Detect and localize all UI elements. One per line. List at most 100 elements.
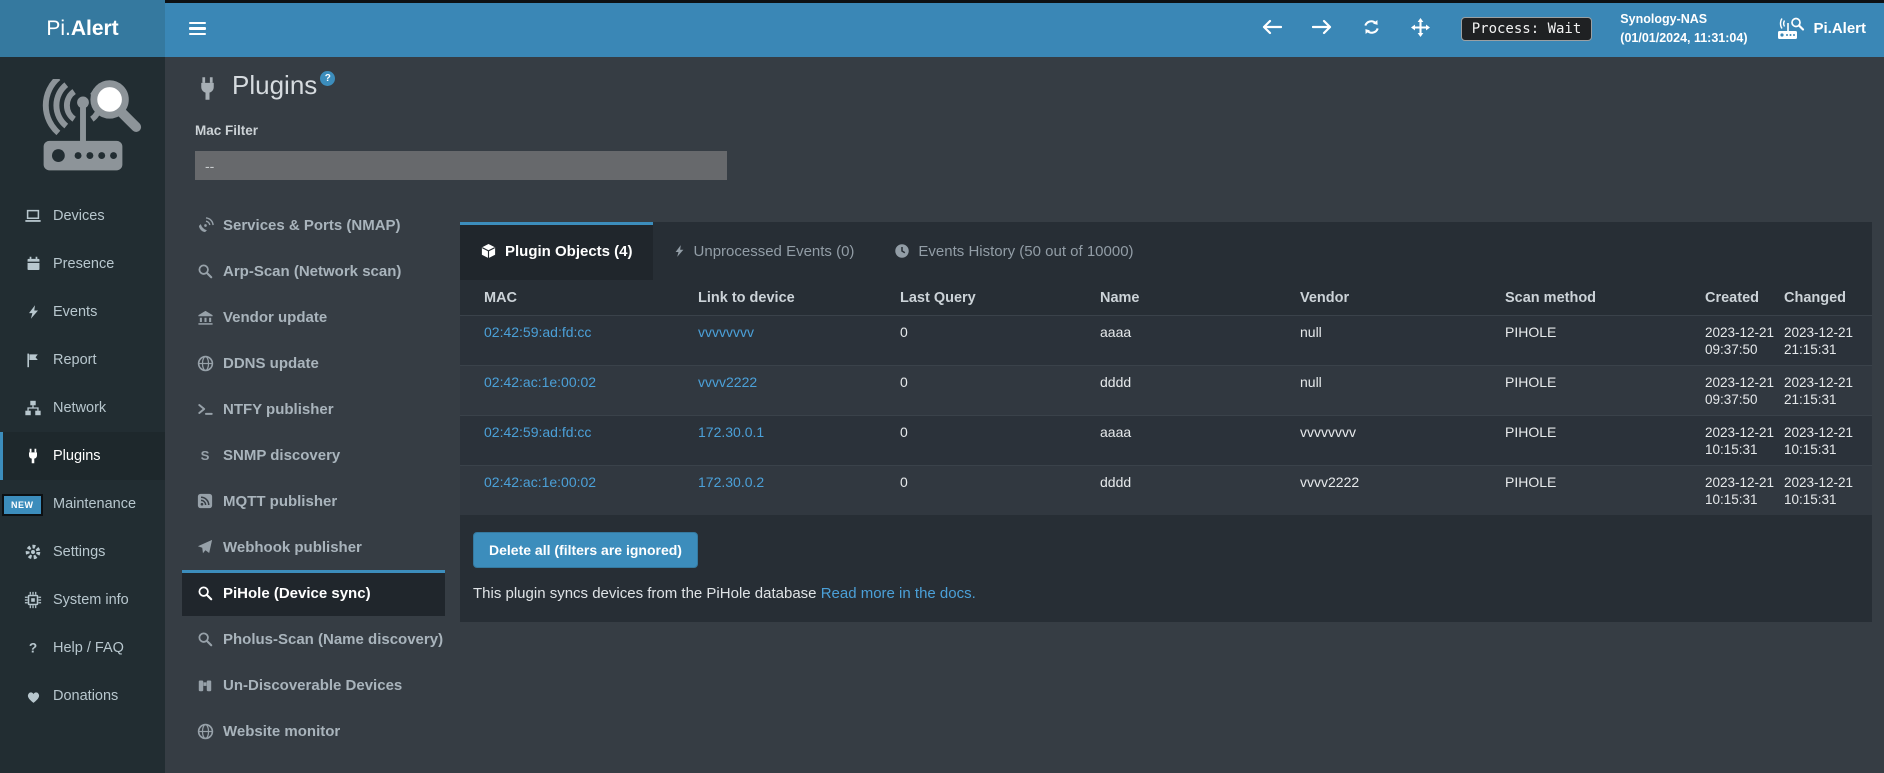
sidebar-item-label: Help / FAQ [53,640,124,656]
help-badge[interactable]: ? [320,71,335,86]
cell-name: aaaa [1100,416,1300,466]
cell-link-to-device: vvvv2222 [698,366,900,416]
column-header-name[interactable]: Name [1100,280,1300,316]
plugin-item-snmp-discovery[interactable]: S SNMP discovery [182,432,445,478]
plugin-description-text: This plugin syncs devices from the PiHol… [473,585,817,602]
sidebar: Devices Presence Events Report Network P… [0,57,165,773]
plugin-item-label: Vendor update [223,309,327,326]
sidebar-item-label: Devices [53,208,105,224]
device-link[interactable]: 172.30.0.2 [698,474,764,490]
cell-changed: 2023-12-2121:15:31 [1784,366,1872,416]
mac-link[interactable]: 02:42:59:ad:fd:cc [484,424,591,440]
plugin-objects-table: MAC Link to device Last Query Name Vendo… [460,280,1872,515]
app-window: Pi.Alert [0,0,1884,773]
sidebar-item-plugins[interactable]: Plugins [0,432,165,480]
sidebar-item-network[interactable]: Network [0,384,165,432]
process-status-badge: Process: Wait [1461,17,1593,41]
column-header-changed[interactable]: Changed [1784,280,1872,316]
mac-filter-block: Mac Filter [195,123,1884,180]
column-header-created[interactable]: Created [1705,280,1784,316]
mac-filter-input[interactable] [195,151,727,180]
forward-button[interactable] [1310,17,1334,40]
sidebar-item-label: Presence [53,256,114,272]
refresh-button[interactable] [1360,16,1383,41]
plugin-item-pihole-device-sync[interactable]: PiHole (Device sync) [182,570,445,616]
sitemap-icon [22,399,44,417]
move-button[interactable] [1409,16,1432,42]
column-header-link-to-device[interactable]: Link to device [698,280,900,316]
mac-link[interactable]: 02:42:ac:1e:00:02 [484,474,596,490]
tab-events-history[interactable]: Events History (50 out of 10000) [874,222,1153,280]
tab-plugin-objects[interactable]: Plugin Objects (4) [460,222,653,280]
tab-label: Events History (50 out of 10000) [918,243,1133,260]
sidebar-item-report[interactable]: Report [0,336,165,384]
column-header-vendor[interactable]: Vendor [1300,280,1505,316]
table-row: 02:42:59:ad:fd:cc vvvvvvvv 0 aaaa null P… [460,316,1872,366]
arrow-right-icon [1312,19,1332,38]
sidebar-item-help-faq[interactable]: ? Help / FAQ [0,624,165,672]
plugin-item-ddns-update[interactable]: DDNS update [182,340,445,386]
mac-link[interactable]: 02:42:ac:1e:00:02 [484,374,596,390]
svg-text:?: ? [29,640,37,655]
brand-logo[interactable]: Pi.Alert [0,0,165,57]
plugin-item-label: Arp-Scan (Network scan) [223,263,401,280]
plugin-item-services-ports-nmap[interactable]: Services & Ports (NMAP) [182,202,445,248]
device-link[interactable]: 172.30.0.1 [698,424,764,440]
cell-created: 2023-12-2109:37:50 [1705,316,1784,366]
plugin-item-label: Webhook publisher [223,539,362,556]
cell-mac: 02:42:ac:1e:00:02 [460,366,698,416]
plugin-item-webhook-publisher[interactable]: Webhook publisher [182,524,445,570]
column-header-scan-method[interactable]: Scan method [1505,280,1705,316]
question-icon: ? [22,639,44,657]
plugin-item-label: SNMP discovery [223,447,340,464]
plugin-item-ntfy-publisher[interactable]: NTFY publisher [182,386,445,432]
plugin-description: This plugin syncs devices from the PiHol… [473,585,1872,602]
back-button[interactable] [1260,17,1284,40]
plugin-item-pholus-scan[interactable]: Pholus-Scan (Name discovery) [182,616,445,662]
app-label: Pi.Alert [1813,20,1866,37]
cell-created: 2023-12-2109:37:50 [1705,366,1784,416]
tab-bar: Plugin Objects (4) Unprocessed Events (0… [460,222,1872,280]
plugin-item-arp-scan[interactable]: Arp-Scan (Network scan) [182,248,445,294]
sidebar-item-donations[interactable]: Donations [0,672,165,720]
plugin-item-vendor-update[interactable]: Vendor update [182,294,445,340]
device-link[interactable]: vvvv2222 [698,374,757,390]
content-columns: Services & Ports (NMAP) Arp-Scan (Networ… [165,202,1884,754]
host-info: Synology-NAS (01/01/2024, 11:31:04) [1620,10,1747,46]
chip-icon [22,591,44,609]
cell-name: dddd [1100,366,1300,416]
sidebar-item-events[interactable]: Events [0,288,165,336]
rss-icon [195,493,215,509]
column-header-last-query[interactable]: Last Query [900,280,1100,316]
mac-link[interactable]: 02:42:59:ad:fd:cc [484,324,591,340]
device-link[interactable]: vvvvvvvv [698,324,754,340]
sidebar-item-settings[interactable]: Settings [0,528,165,576]
delete-all-button[interactable]: Delete all (filters are ignored) [473,532,698,568]
plugin-item-label: Website monitor [223,723,340,740]
cell-mac: 02:42:ac:1e:00:02 [460,466,698,516]
sidebar-toggle-button[interactable] [179,11,216,47]
read-more-docs-link[interactable]: Read more in the docs. [821,585,976,602]
sidebar-item-label: Report [53,352,97,368]
cell-vendor: vvvv2222 [1300,466,1505,516]
tab-label: Plugin Objects (4) [505,243,633,260]
sidebar-item-label: Plugins [53,448,101,464]
plugin-item-website-monitor[interactable]: Website monitor [182,708,445,754]
sidebar-item-devices[interactable]: Devices [0,192,165,240]
cell-link-to-device: vvvvvvvv [698,316,900,366]
sidebar-item-label: Donations [53,688,118,704]
cell-last-query: 0 [900,416,1100,466]
plugin-item-undiscoverable-devices[interactable]: Un-Discoverable Devices [182,662,445,708]
tab-unprocessed-events[interactable]: Unprocessed Events (0) [653,222,875,280]
sidebar-item-system-info[interactable]: System info [0,576,165,624]
cell-vendor: null [1300,366,1505,416]
plugin-item-mqtt-publisher[interactable]: MQTT publisher [182,478,445,524]
cell-scan-method: PIHOLE [1505,416,1705,466]
globe-icon [195,355,215,372]
plugin-item-label: DDNS update [223,355,319,372]
column-header-mac[interactable]: MAC [460,280,698,316]
arrows-move-icon [1411,18,1430,40]
sidebar-menu: Devices Presence Events Report Network P… [0,192,165,720]
sidebar-item-presence[interactable]: Presence [0,240,165,288]
bank-icon [195,309,215,326]
